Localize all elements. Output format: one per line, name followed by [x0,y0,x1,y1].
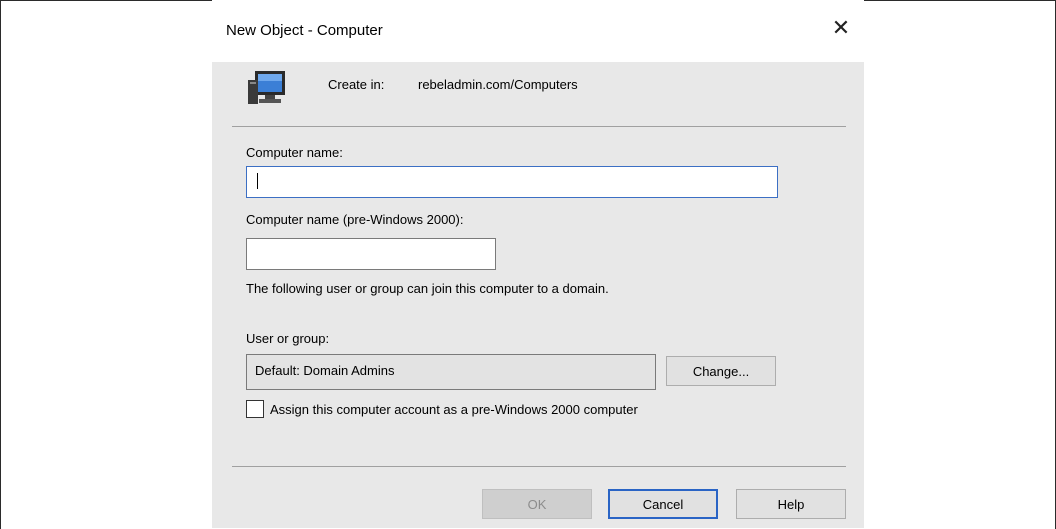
pre2000-checkbox-label: Assign this computer account as a pre-Wi… [270,402,638,417]
separator-top [232,126,846,127]
change-button[interactable]: Change... [666,356,776,386]
text-caret [257,173,258,189]
new-object-computer-dialog: New Object - Computer ✕ Create in: rebel… [212,0,864,528]
cancel-button[interactable]: Cancel [608,489,718,519]
user-group-label: User or group: [246,331,330,346]
ok-button[interactable]: OK [482,489,592,519]
pre2000-checkbox[interactable] [246,400,264,418]
computer-name-input[interactable] [246,166,778,198]
create-in-label: Create in: [328,77,385,92]
separator-bottom [232,466,846,467]
user-group-field: Default: Domain Admins [246,354,656,390]
pre2000-name-label: Computer name (pre-Windows 2000): [246,212,464,227]
help-button[interactable]: Help [736,489,846,519]
computer-monitor-icon [246,66,290,113]
close-icon[interactable]: ✕ [830,17,852,39]
pre2000-name-input[interactable] [246,238,496,270]
title-bar: New Object - Computer ✕ [212,0,864,62]
join-info-text: The following user or group can join thi… [246,281,609,296]
computer-name-label: Computer name: [246,145,343,160]
create-in-path: rebeladmin.com/Computers [418,77,578,92]
dialog-title: New Object - Computer [226,22,383,39]
